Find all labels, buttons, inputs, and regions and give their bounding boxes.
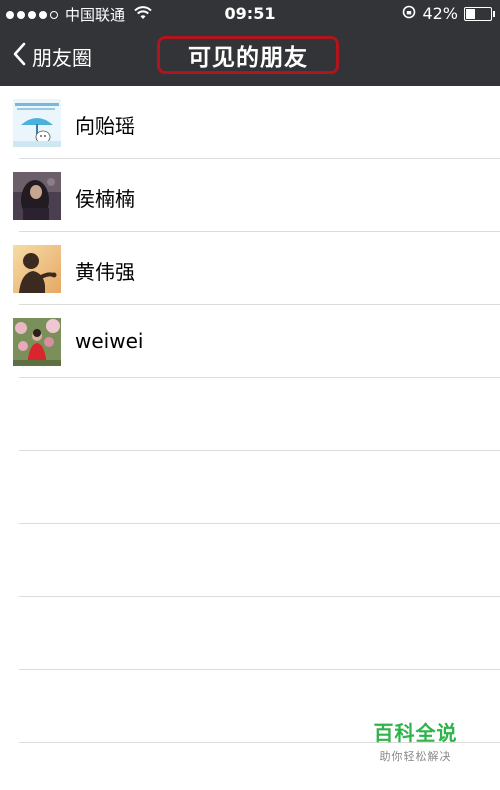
- empty-row: [0, 378, 500, 451]
- friend-name: weiwei: [75, 329, 144, 353]
- back-button[interactable]: 朋友圈: [12, 42, 92, 71]
- battery-icon: [464, 6, 495, 21]
- page-title: 可见的朋友: [188, 45, 308, 71]
- chevron-left-icon: [12, 42, 26, 71]
- empty-row: [0, 524, 500, 597]
- watermark-logo: 百科全说 助你轻松解决: [363, 717, 468, 764]
- friend-name: 黄伟强: [75, 260, 135, 284]
- watermark-title: 百科全说: [373, 721, 458, 745]
- friend-row[interactable]: 侯楠楠: [0, 159, 500, 232]
- empty-row: [0, 597, 500, 670]
- battery-area: 42%: [402, 4, 495, 23]
- rotation-lock-icon: [402, 4, 416, 23]
- battery-percent: 42%: [422, 4, 458, 23]
- navigation-bar: 朋友圈 可见的朋友: [0, 28, 500, 86]
- child-silhouette-avatar: [13, 245, 61, 293]
- watermark-subtitle: 助你轻松解决: [379, 750, 452, 763]
- friend-name: 侯楠楠: [75, 187, 135, 211]
- back-label: 朋友圈: [32, 46, 92, 70]
- friend-name: 向贻瑶: [75, 114, 135, 138]
- flowers-photo-avatar: [13, 318, 61, 366]
- title-highlight-box: 可见的朋友: [157, 36, 339, 74]
- portrait-avatar: [13, 172, 61, 220]
- empty-row: [0, 451, 500, 524]
- friend-row[interactable]: 向贻瑶: [0, 86, 500, 159]
- friend-row[interactable]: 黄伟强: [0, 232, 500, 305]
- battery-level: [466, 8, 476, 19]
- cartoon-umbrella-avatar: [13, 99, 61, 147]
- friend-row[interactable]: weiwei: [0, 305, 500, 378]
- status-bar: 中国联通 09:51 42%: [0, 0, 500, 28]
- friend-list: 向贻瑶 侯楠楠 黄伟强 weiwei: [0, 86, 500, 743]
